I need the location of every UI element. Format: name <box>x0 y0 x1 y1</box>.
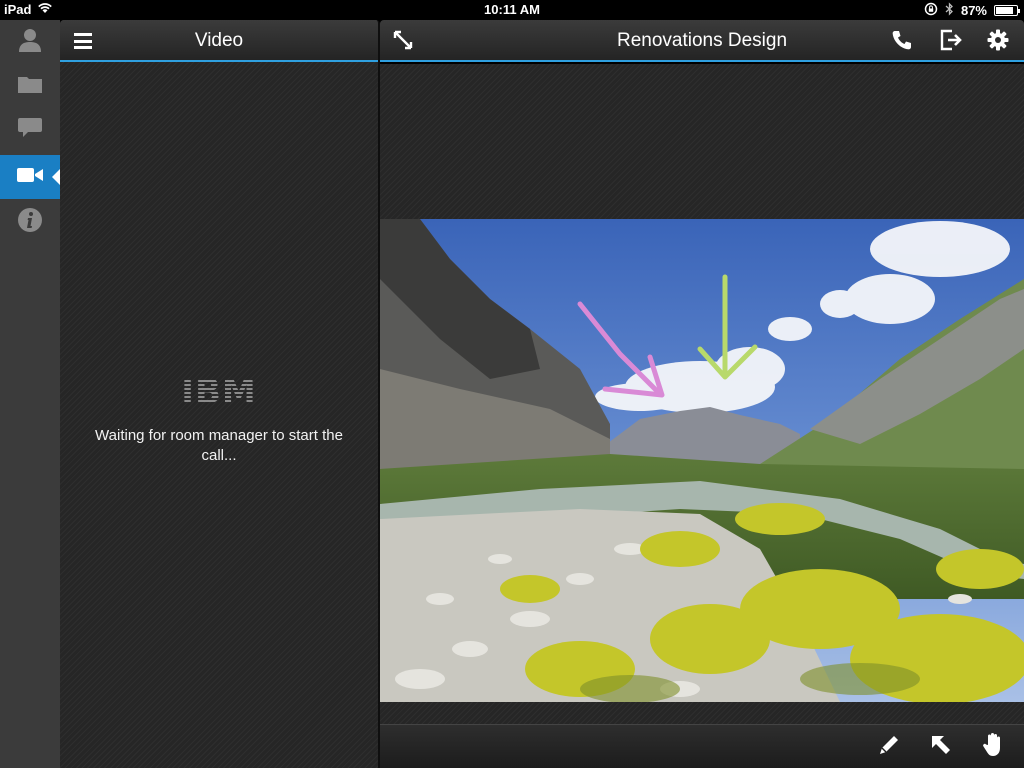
rail-item-chat[interactable] <box>0 108 60 152</box>
shared-content-area <box>380 64 1024 724</box>
pen-icon <box>877 733 901 762</box>
ibm-logo: IBM <box>60 372 378 412</box>
pan-tool-button[interactable] <box>980 732 1006 763</box>
folder-icon <box>17 74 43 99</box>
leave-button[interactable] <box>938 29 964 55</box>
pen-tool-button[interactable] <box>876 734 902 760</box>
shared-photo[interactable] <box>380 219 1024 702</box>
settings-button[interactable] <box>985 29 1011 55</box>
hand-icon <box>981 732 1005 763</box>
landscape-image <box>380 219 1024 702</box>
rail-item-video[interactable] <box>0 155 60 199</box>
rail-item-info[interactable] <box>0 200 60 244</box>
pointer-tool-button[interactable] <box>928 734 954 760</box>
status-time: 10:11 AM <box>484 2 540 17</box>
side-rail <box>0 20 60 768</box>
call-button[interactable] <box>889 29 915 55</box>
status-bar: iPad 10:11 AM 87% <box>0 0 1024 20</box>
bluetooth-icon <box>945 2 954 19</box>
phone-icon <box>891 29 913 56</box>
battery-icon <box>994 5 1020 16</box>
rotation-lock-icon <box>924 2 938 19</box>
chat-bubble-icon <box>17 116 43 145</box>
pointer-arrow-icon <box>930 734 952 761</box>
video-panel-title: Video <box>194 30 244 51</box>
main-area: Renovations Design <box>380 20 1024 768</box>
person-icon <box>17 27 43 58</box>
meeting-title: Renovations Design <box>616 30 788 51</box>
info-icon <box>17 207 43 238</box>
video-panel-header: Video <box>60 20 378 62</box>
annotation-toolbar <box>380 724 1024 768</box>
rail-item-files[interactable] <box>0 64 60 108</box>
main-header: Renovations Design <box>380 20 1024 62</box>
waiting-message: Waiting for room manager to start the ca… <box>95 427 343 464</box>
rail-item-profile[interactable] <box>0 20 60 64</box>
exit-icon <box>939 28 963 57</box>
status-right: 87% <box>924 2 1020 19</box>
battery-percent: 87% <box>960 3 987 18</box>
video-camera-icon <box>16 166 44 189</box>
gear-icon <box>987 29 1009 56</box>
video-panel: Video IBM Waiting for room manager to st… <box>60 20 380 768</box>
